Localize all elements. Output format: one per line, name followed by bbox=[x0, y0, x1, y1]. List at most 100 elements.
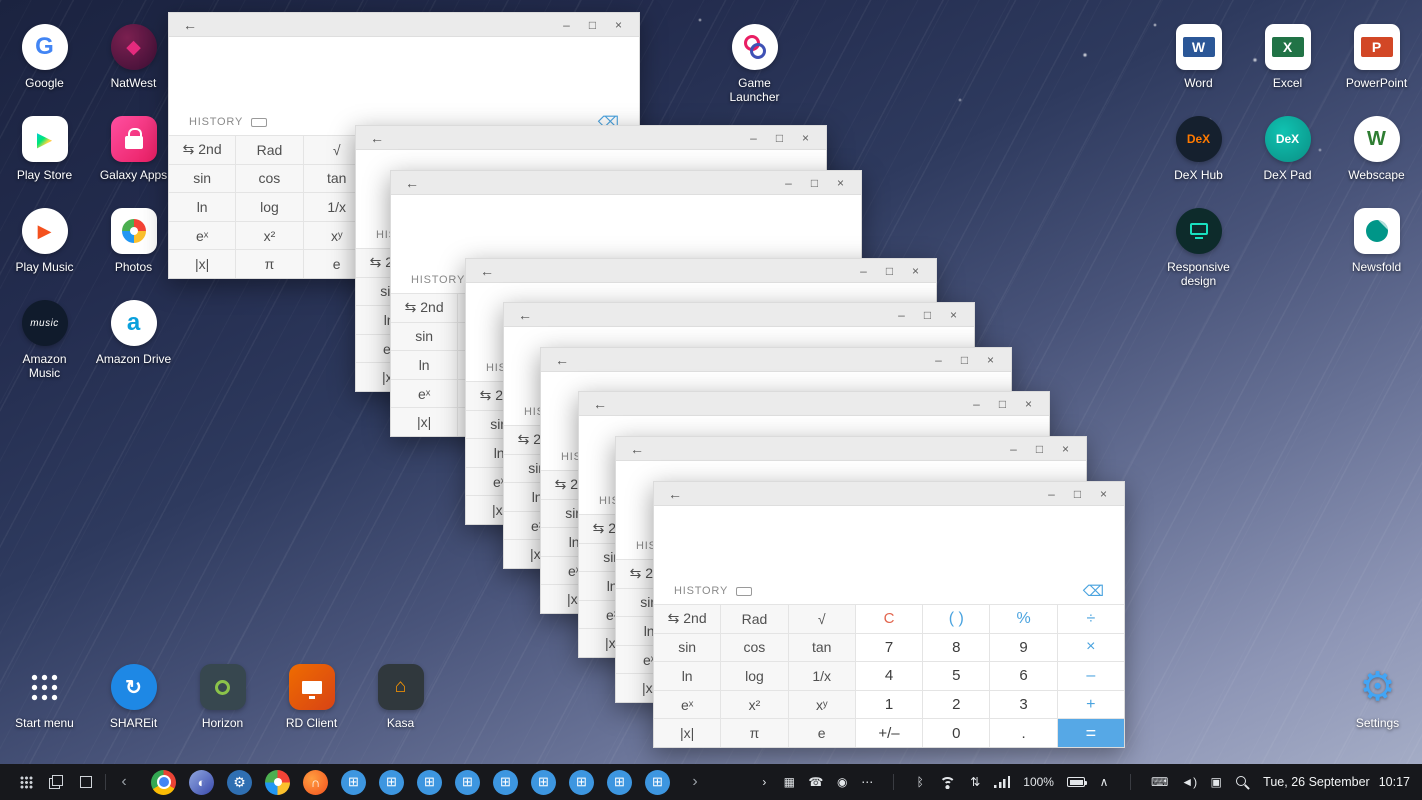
close-button[interactable]: × bbox=[612, 19, 625, 31]
calc-key-parentheses[interactable]: ( ) bbox=[923, 605, 989, 633]
caret-up-icon[interactable]: ∧ bbox=[1098, 775, 1110, 789]
taskbar-app-chrome-icon[interactable] bbox=[151, 770, 176, 795]
calc-key-exp[interactable]: eˣ bbox=[391, 380, 457, 408]
more-icon[interactable]: ⋯ bbox=[861, 775, 873, 789]
taskbar-calculator-instance[interactable]: ⊞ bbox=[645, 770, 670, 795]
keypad-toggle-icon[interactable] bbox=[736, 587, 752, 596]
window-titlebar[interactable]: ← – □ × bbox=[466, 259, 936, 283]
history-tab[interactable]: HISTORY bbox=[674, 585, 728, 597]
search-icon[interactable] bbox=[1235, 775, 1250, 790]
close-button[interactable]: × bbox=[834, 177, 847, 189]
calc-key-abs[interactable]: |x| bbox=[391, 408, 457, 436]
calc-key-decimal[interactable]: . bbox=[990, 719, 1056, 747]
calc-key-second[interactable]: ⇆ 2nd bbox=[654, 605, 720, 633]
minimize-button[interactable]: – bbox=[932, 354, 945, 366]
calc-key-cos[interactable]: cos bbox=[236, 165, 302, 193]
calc-key-two[interactable]: 2 bbox=[923, 691, 989, 719]
maximize-button[interactable]: □ bbox=[1033, 443, 1046, 455]
maximize-button[interactable]: □ bbox=[921, 309, 934, 321]
minimize-button[interactable]: – bbox=[560, 19, 573, 31]
calc-key-square[interactable]: x² bbox=[236, 222, 302, 250]
calc-key-tan[interactable]: tan bbox=[789, 634, 855, 662]
recents-icon[interactable] bbox=[74, 770, 98, 794]
maximize-button[interactable]: □ bbox=[586, 19, 599, 31]
calc-key-five[interactable]: 5 bbox=[923, 662, 989, 690]
close-button[interactable]: × bbox=[1022, 398, 1035, 410]
close-button[interactable]: × bbox=[799, 132, 812, 144]
calc-key-clear[interactable]: C bbox=[856, 605, 922, 633]
taskbar-calculator-instance[interactable]: ⊞ bbox=[379, 770, 404, 795]
taskbar-calculator-instance[interactable]: ⊞ bbox=[341, 770, 366, 795]
calc-key-square[interactable]: x² bbox=[721, 691, 787, 719]
multi-window-icon[interactable] bbox=[44, 770, 68, 794]
calc-key-multiply[interactable]: × bbox=[1058, 634, 1124, 662]
scroll-right-icon[interactable]: › bbox=[684, 773, 706, 791]
calc-key-ln[interactable]: ln bbox=[391, 351, 457, 379]
taskbar-app-photos-icon[interactable] bbox=[265, 770, 290, 795]
minimize-button[interactable]: – bbox=[895, 309, 908, 321]
maximize-button[interactable]: □ bbox=[773, 132, 786, 144]
calc-key-log[interactable]: log bbox=[236, 193, 302, 221]
battery-percent[interactable]: 100% bbox=[1023, 775, 1054, 789]
calc-key-euler[interactable]: e bbox=[789, 719, 855, 747]
calc-key-three[interactable]: 3 bbox=[990, 691, 1056, 719]
expand-tray-icon[interactable]: › bbox=[758, 775, 770, 789]
calc-key-one[interactable]: 1 bbox=[856, 691, 922, 719]
calc-key-divide[interactable]: ÷ bbox=[1058, 605, 1124, 633]
calc-key-pi[interactable]: π bbox=[236, 250, 302, 278]
bluetooth-icon[interactable]: ᛒ bbox=[914, 775, 926, 789]
back-icon[interactable]: ← bbox=[405, 176, 419, 190]
window-titlebar[interactable]: ← – □ × bbox=[391, 171, 861, 195]
clock[interactable]: Tue, 26 September 10:17 bbox=[1263, 775, 1410, 789]
maximize-button[interactable]: □ bbox=[996, 398, 1009, 410]
whatsapp-icon[interactable]: ☎ bbox=[808, 775, 823, 789]
calc-key-seven[interactable]: 7 bbox=[856, 634, 922, 662]
history-tab[interactable]: HISTORY bbox=[189, 116, 243, 128]
back-icon[interactable]: ← bbox=[518, 308, 532, 322]
back-icon[interactable]: ← bbox=[370, 131, 384, 145]
history-tab[interactable]: HISTORY bbox=[411, 274, 465, 286]
close-button[interactable]: × bbox=[984, 354, 997, 366]
scroll-left-icon[interactable]: ‹ bbox=[113, 773, 135, 791]
keyboard-icon[interactable]: ⌨ bbox=[1151, 775, 1168, 789]
calc-key-second[interactable]: ⇆ 2nd bbox=[391, 294, 457, 322]
taskbar-calculator-instance[interactable]: ⊞ bbox=[417, 770, 442, 795]
calc-key-cos[interactable]: cos bbox=[721, 634, 787, 662]
apps-grid-icon[interactable] bbox=[14, 770, 38, 794]
calc-key-second[interactable]: ⇆ 2nd bbox=[169, 136, 235, 164]
calc-key-ln[interactable]: ln bbox=[654, 662, 720, 690]
calc-key-rad[interactable]: Rad bbox=[721, 605, 787, 633]
mobile-data-icon[interactable]: ⇅ bbox=[969, 775, 981, 789]
volume-icon[interactable]: ◄) bbox=[1181, 775, 1197, 789]
minimize-button[interactable]: – bbox=[857, 265, 870, 277]
maximize-button[interactable]: □ bbox=[1071, 488, 1084, 500]
taskbar-calculator-instance[interactable]: ⊞ bbox=[531, 770, 556, 795]
maximize-button[interactable]: □ bbox=[883, 265, 896, 277]
back-icon[interactable]: ← bbox=[480, 264, 494, 278]
close-button[interactable]: × bbox=[909, 265, 922, 277]
calc-key-rad[interactable]: Rad bbox=[236, 136, 302, 164]
calc-key-pi[interactable]: π bbox=[721, 719, 787, 747]
calc-key-ln[interactable]: ln bbox=[169, 193, 235, 221]
calc-key-exp[interactable]: eˣ bbox=[169, 222, 235, 250]
calc-key-percent[interactable]: % bbox=[990, 605, 1056, 633]
minimize-button[interactable]: – bbox=[782, 177, 795, 189]
taskbar-app-internet-icon[interactable]: ◐ bbox=[189, 770, 214, 795]
calc-key-sqrt[interactable]: √ bbox=[789, 605, 855, 633]
window-titlebar[interactable]: ← – □ × bbox=[356, 126, 826, 150]
window-titlebar[interactable]: ← – □ × bbox=[504, 303, 974, 327]
taskbar-app-settings-icon[interactable]: ⚙ bbox=[227, 770, 252, 795]
keypad-toggle-icon[interactable] bbox=[251, 118, 267, 127]
minimize-button[interactable]: – bbox=[1045, 488, 1058, 500]
minimize-button[interactable]: – bbox=[1007, 443, 1020, 455]
backspace-icon[interactable]: ⌫ bbox=[1083, 582, 1104, 600]
calc-key-sin[interactable]: sin bbox=[654, 634, 720, 662]
calc-key-six[interactable]: 6 bbox=[990, 662, 1056, 690]
window-titlebar[interactable]: ← – □ × bbox=[616, 437, 1086, 461]
window-titlebar[interactable]: ← – □ × bbox=[579, 392, 1049, 416]
calc-key-log[interactable]: log bbox=[721, 662, 787, 690]
close-button[interactable]: × bbox=[1059, 443, 1072, 455]
window-titlebar[interactable]: ← – □ × bbox=[654, 482, 1124, 506]
calc-key-equals[interactable]: = bbox=[1058, 719, 1124, 747]
calc-key-add[interactable]: + bbox=[1058, 691, 1124, 719]
